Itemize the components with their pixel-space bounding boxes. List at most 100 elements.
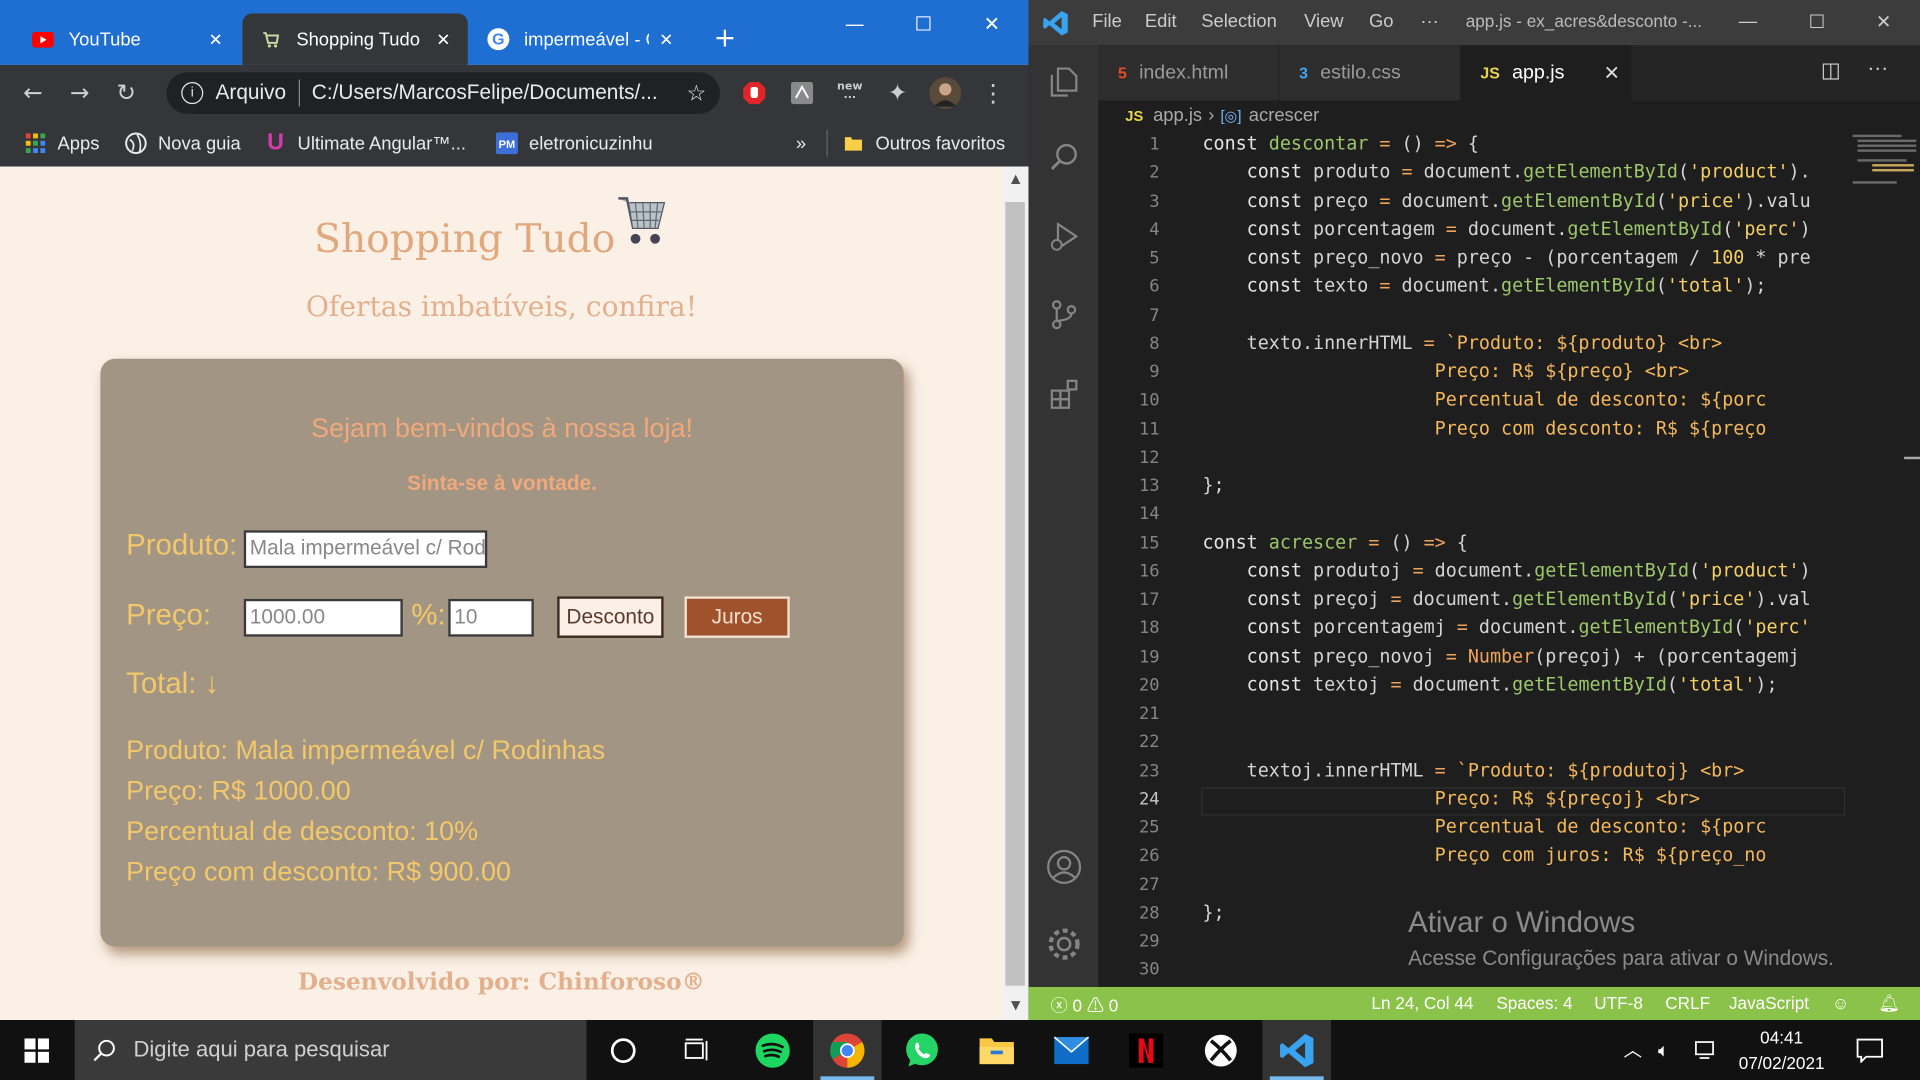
- task-view-icon[interactable]: [662, 1020, 731, 1080]
- percent-input[interactable]: 10: [448, 598, 534, 637]
- close-window-button[interactable]: ✕: [1876, 11, 1891, 33]
- xbox-icon[interactable]: [1187, 1020, 1256, 1080]
- start-button[interactable]: [0, 1020, 73, 1080]
- code-line[interactable]: };: [1202, 901, 1224, 923]
- code-line[interactable]: const texto = document.getElementById('t…: [1202, 275, 1767, 297]
- code-line[interactable]: Preço com desconto: R$ ${preço: [1202, 417, 1767, 439]
- page-scrollbar[interactable]: ▲ ▼: [1002, 166, 1029, 1021]
- profile-avatar[interactable]: [929, 77, 962, 109]
- settings-gear-icon[interactable]: [1029, 915, 1099, 974]
- close-tab-icon[interactable]: ✕: [208, 29, 222, 50]
- language-mode[interactable]: JavaScript: [1729, 993, 1809, 1013]
- address-bar[interactable]: i Arquivo C:/Users/MarcosFelipe/Document…: [166, 72, 721, 114]
- scroll-up-arrow[interactable]: ▲: [1003, 173, 1029, 186]
- vscode-icon[interactable]: [1262, 1020, 1332, 1080]
- extensions-icon[interactable]: [1029, 364, 1099, 423]
- code-line[interactable]: const textoj = document.getElementById('…: [1202, 673, 1778, 695]
- code-line[interactable]: const acrescer = () => {: [1202, 531, 1467, 553]
- code-line[interactable]: Preço: R$ ${preçoj} <br>: [1202, 787, 1700, 809]
- system-clock[interactable]: 04:41 07/02/2021: [1733, 1025, 1831, 1076]
- pdf-extension-icon[interactable]: [786, 77, 818, 109]
- tab-google-search[interactable]: G impermeável - C ✕: [470, 13, 690, 64]
- bookmarks-overflow-button[interactable]: »: [796, 130, 806, 157]
- breadcrumb-symbol[interactable]: acrescer: [1249, 105, 1319, 126]
- code-line[interactable]: Preço com juros: R$ ${preço_no: [1202, 844, 1767, 866]
- bookmark-ultimate-angular[interactable]: U Ultimate Angular™...: [264, 130, 466, 157]
- reload-button[interactable]: ↻: [103, 69, 150, 116]
- bookmark-nova-guia[interactable]: Nova guia: [125, 130, 241, 157]
- split-editor-icon[interactable]: ◫: [1821, 59, 1841, 83]
- source-control-icon[interactable]: [1029, 285, 1099, 344]
- code-line[interactable]: textoj.innerHTML = `Produto: ${produtoj}…: [1202, 759, 1745, 781]
- code-line[interactable]: Preço: R$ ${preço} <br>: [1202, 360, 1689, 382]
- minimap[interactable]: [1845, 131, 1920, 987]
- close-window-button[interactable]: ✕: [958, 0, 1027, 47]
- bookmark-star-icon[interactable]: ☆: [686, 80, 706, 106]
- code-line[interactable]: Percentual de desconto: ${porc: [1202, 816, 1767, 838]
- scroll-down-arrow[interactable]: ▼: [1003, 999, 1029, 1012]
- code-line[interactable]: const preçoj = document.getElementById('…: [1202, 588, 1811, 610]
- minimize-button[interactable]: —: [820, 0, 889, 47]
- minimize-button[interactable]: —: [1739, 11, 1757, 32]
- file-explorer-icon[interactable]: [962, 1020, 1031, 1080]
- code-line[interactable]: const preço_novo = preço - (porcentagem …: [1202, 246, 1811, 268]
- discount-button[interactable]: Desconto: [557, 596, 664, 638]
- bookmark-eletronicuzinhu[interactable]: PM eletronicuzinhu: [495, 130, 653, 157]
- code-line[interactable]: const preço = document.getElementById('p…: [1202, 189, 1811, 211]
- info-icon[interactable]: i: [181, 82, 204, 105]
- extensions-puzzle-icon[interactable]: ✦: [882, 77, 914, 109]
- accounts-icon[interactable]: [1029, 838, 1099, 897]
- tab-index-html[interactable]: 5 index.html: [1098, 45, 1280, 101]
- minimap-slider[interactable]: [1904, 456, 1920, 460]
- tab-shopping-tudo[interactable]: Shopping Tudo ✕: [242, 13, 468, 65]
- code-line[interactable]: const produtoj = document.getElementById…: [1202, 559, 1811, 581]
- menu-go[interactable]: Go: [1369, 11, 1394, 32]
- interest-button[interactable]: Juros: [684, 596, 790, 638]
- spotify-icon[interactable]: [738, 1020, 807, 1080]
- code-line[interactable]: texto.innerHTML = `Produto: ${produto} <…: [1202, 332, 1723, 354]
- action-center-icon[interactable]: [1856, 1020, 1883, 1080]
- line-endings[interactable]: CRLF: [1665, 993, 1710, 1013]
- close-tab-icon[interactable]: ✕: [659, 29, 673, 50]
- other-bookmarks-folder[interactable]: Outros favoritos: [826, 129, 1005, 157]
- tab-estilo-css[interactable]: 3 estilo.css: [1279, 45, 1461, 101]
- scroll-thumb[interactable]: [1005, 202, 1025, 986]
- code-editor[interactable]: 1 const descontar = () => {2 const produt…: [1098, 131, 1846, 987]
- chrome-menu-icon[interactable]: ⋮: [977, 77, 1009, 109]
- run-debug-icon[interactable]: [1029, 207, 1099, 266]
- breadcrumb-file[interactable]: app.js: [1153, 105, 1202, 126]
- show-hidden-icons-chevron[interactable]: ︿: [1624, 1020, 1642, 1080]
- close-tab-icon[interactable]: ✕: [1604, 61, 1620, 85]
- search-icon[interactable]: [1029, 129, 1099, 188]
- menu-selection[interactable]: Selection: [1201, 11, 1277, 32]
- tab-youtube[interactable]: YouTube ✕: [15, 13, 240, 64]
- cursor-position[interactable]: Ln 24, Col 44: [1371, 993, 1473, 1013]
- chrome-icon[interactable]: [813, 1020, 882, 1080]
- tab-app-js[interactable]: JS app.js ✕: [1460, 45, 1633, 101]
- code-line[interactable]: const produto = document.getElementById(…: [1202, 161, 1811, 183]
- product-input[interactable]: Mala impermeável c/ Rodinhas: [243, 530, 488, 569]
- code-line[interactable]: const porcentagem = document.getElementB…: [1202, 218, 1811, 240]
- network-icon[interactable]: [1695, 1020, 1719, 1080]
- maximize-button[interactable]: ☐: [1809, 11, 1825, 33]
- taskbar-search-box[interactable]: Digite aqui para pesquisar: [74, 1020, 587, 1080]
- new-tab-extension-icon[interactable]: new ···: [834, 77, 866, 109]
- code-line[interactable]: const descontar = () => {: [1202, 132, 1478, 154]
- code-line[interactable]: };: [1202, 474, 1224, 496]
- notifications-bell-icon[interactable]: 🔔︎: [1878, 993, 1900, 1014]
- explorer-icon[interactable]: [1029, 51, 1099, 110]
- mail-icon[interactable]: [1037, 1020, 1106, 1080]
- menu-file[interactable]: File: [1092, 11, 1122, 32]
- close-tab-icon[interactable]: ✕: [436, 29, 450, 50]
- more-actions-icon[interactable]: ···: [1867, 56, 1888, 80]
- feedback-icon[interactable]: ☺: [1832, 993, 1850, 1013]
- code-line[interactable]: const porcentagemj = document.getElement…: [1202, 616, 1811, 638]
- new-tab-button[interactable]: +: [708, 22, 742, 56]
- menu-view[interactable]: View: [1304, 11, 1343, 32]
- back-button[interactable]: ←: [10, 69, 57, 116]
- menu-edit[interactable]: Edit: [1145, 11, 1177, 32]
- volume-icon[interactable]: 🔈︎: [1658, 1020, 1669, 1080]
- forward-button[interactable]: →: [56, 69, 103, 116]
- encoding[interactable]: UTF-8: [1594, 993, 1643, 1013]
- whatsapp-icon[interactable]: [888, 1020, 957, 1080]
